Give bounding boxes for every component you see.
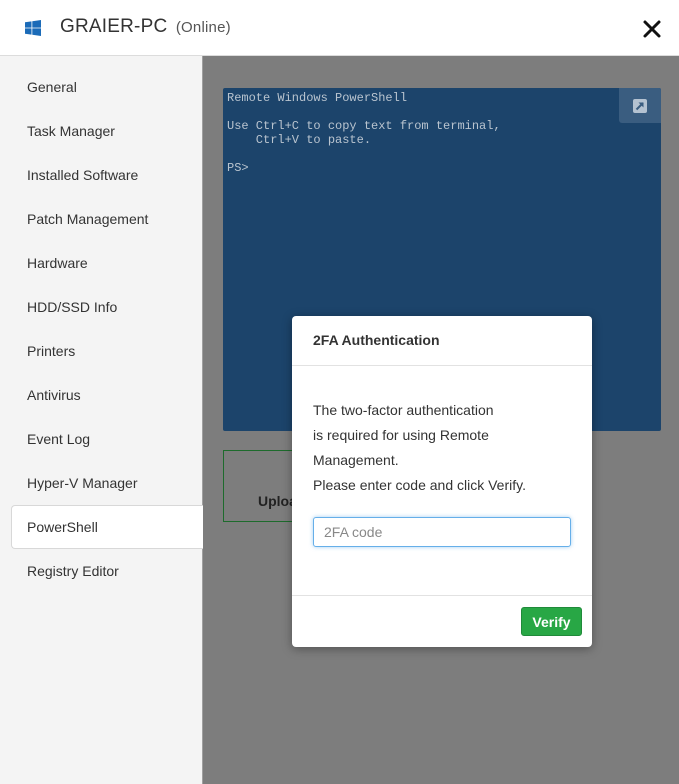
modal-message-line: is required for using Remote	[313, 427, 489, 443]
sidebar-item-general[interactable]: General	[0, 65, 203, 109]
sidebar-item-antivirus[interactable]: Antivirus	[0, 373, 203, 417]
sidebar-item-powershell[interactable]: PowerShell	[11, 505, 203, 549]
sidebar-item-hyper-v-manager[interactable]: Hyper-V Manager	[0, 461, 203, 505]
close-icon[interactable]	[641, 18, 663, 40]
sidebar-item-registry-editor[interactable]: Registry Editor	[0, 549, 203, 593]
device-status: (Online)	[175, 19, 231, 36]
terminal-output: Remote Windows PowerShell Use Ctrl+C to …	[227, 91, 501, 175]
sidebar-item-hdd-ssd-info[interactable]: HDD/SSD Info	[0, 285, 203, 329]
sidebar-item-task-manager[interactable]: Task Manager	[0, 109, 203, 153]
modal-title: 2FA Authentication	[313, 332, 440, 348]
windows-logo-icon	[25, 20, 41, 36]
modal-message-line: Please enter code and click Verify.	[313, 477, 526, 493]
modal-header: 2FA Authentication	[292, 316, 592, 366]
modal-message-line: The two-factor authentication	[313, 402, 494, 418]
sidebar-item-event-log[interactable]: Event Log	[0, 417, 203, 461]
device-title: GRAIER-PC (Online)	[60, 16, 231, 38]
modal-message: The two-factor authentication is require…	[313, 398, 553, 498]
device-header: GRAIER-PC (Online)	[0, 0, 679, 56]
sidebar-item-patch-management[interactable]: Patch Management	[0, 197, 203, 241]
modal-message-line: Management.	[313, 452, 399, 468]
verify-button[interactable]: Verify	[521, 607, 582, 636]
sidebar-item-hardware[interactable]: Hardware	[0, 241, 203, 285]
twofa-code-input[interactable]	[313, 517, 571, 547]
sidebar-item-printers[interactable]: Printers	[0, 329, 203, 373]
twofa-modal: 2FA Authentication The two-factor authen…	[292, 316, 592, 647]
sidebar-item-installed-software[interactable]: Installed Software	[0, 153, 203, 197]
modal-footer: Verify	[292, 595, 592, 647]
expand-terminal-button[interactable]	[619, 88, 661, 123]
sidebar: General Task Manager Installed Software …	[0, 56, 203, 784]
expand-icon	[633, 99, 647, 113]
device-name: GRAIER-PC	[60, 16, 168, 37]
